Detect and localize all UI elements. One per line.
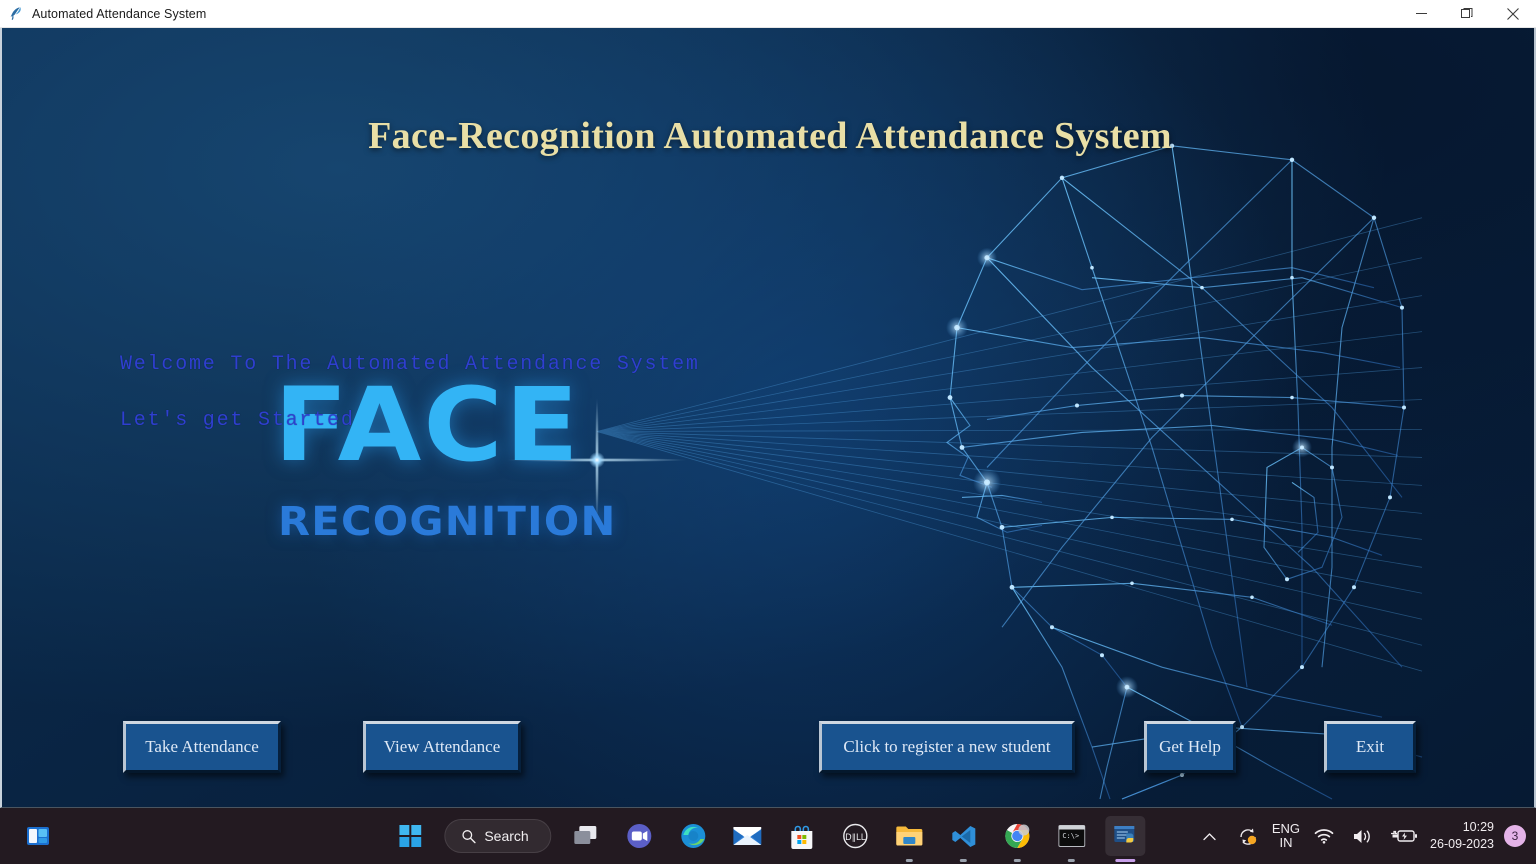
lens-flare-core — [589, 452, 605, 468]
button-label: Click to register a new student — [843, 737, 1051, 756]
maximize-button[interactable] — [1444, 0, 1490, 28]
notification-badge[interactable]: 3 — [1504, 825, 1526, 847]
running-indicator — [906, 859, 914, 862]
task-view-button[interactable] — [566, 816, 606, 856]
microsoft-teams-icon — [627, 824, 652, 848]
clock-date: 26-09-2023 — [1430, 837, 1494, 851]
welcome-text-block: Welcome To The Automated Attendance Syst… — [120, 355, 700, 431]
python-app-icon — [1114, 825, 1135, 842]
button-label: View Attendance — [383, 737, 501, 756]
task-view-icon — [574, 826, 597, 844]
language-secondary: IN — [1279, 835, 1293, 850]
close-button[interactable] — [1490, 0, 1536, 28]
sync-status-icon — [1240, 828, 1257, 845]
welcome-line-1: Welcome To The Automated Attendance Syst… — [120, 353, 700, 376]
mail-button[interactable] — [728, 816, 768, 856]
command-prompt-button[interactable]: C:\> — [1052, 816, 1092, 862]
language-indicator[interactable]: ENG IN — [1272, 822, 1300, 850]
svg-text:D∥LL: D∥LL — [846, 833, 867, 843]
button-label: Exit — [1355, 737, 1385, 756]
volume-icon — [1354, 829, 1370, 843]
wifi-button[interactable] — [1310, 822, 1338, 850]
tray-overflow-button[interactable] — [1196, 822, 1224, 850]
register-student-button[interactable]: Click to register a new student — [819, 721, 1075, 773]
clock[interactable]: 10:29 26-09-2023 — [1430, 819, 1494, 853]
welcome-line-2: Let's get Started — [120, 409, 355, 432]
button-label: Take Attendance — [145, 737, 259, 756]
battery-charging-icon — [1391, 830, 1418, 842]
microsoft-store-button[interactable] — [782, 816, 822, 856]
windows-taskbar: Search D∥LL C:\> ENG IN 10:29 26-09-2023… — [0, 808, 1536, 864]
python-feather-icon — [10, 6, 21, 20]
chevron-up-icon — [1203, 832, 1217, 840]
file-explorer-icon — [896, 826, 923, 846]
mail-icon — [733, 827, 762, 845]
close-icon — [1507, 7, 1519, 20]
running-indicator — [1014, 859, 1022, 862]
sync-status-button[interactable] — [1234, 822, 1262, 850]
microsoft-store-icon — [791, 825, 813, 849]
taskbar-center-zone: Search D∥LL C:\> — [390, 808, 1146, 864]
active-window-indicator — [1115, 859, 1136, 862]
windows-start-button[interactable] — [390, 816, 430, 856]
get-help-button[interactable]: Get Help — [1144, 721, 1236, 773]
recognition-artwork-word: RECOGNITION — [278, 499, 617, 545]
command-prompt-icon: C:\> — [1058, 825, 1086, 847]
dell-icon: D∥LL — [843, 823, 868, 849]
microsoft-edge-button[interactable] — [674, 816, 714, 856]
window-title-bar: Automated Attendance System — [0, 0, 1536, 28]
minimize-icon — [1415, 13, 1427, 14]
system-tray: ENG IN 10:29 26-09-2023 3 — [1196, 808, 1526, 864]
minimize-button[interactable] — [1398, 0, 1444, 28]
microsoft-teams-button[interactable] — [620, 816, 660, 856]
search-icon — [462, 829, 476, 843]
clock-time: 10:29 — [1462, 820, 1494, 834]
application-window: FACE RECOGNITION Face-Recognition Automa… — [0, 28, 1536, 808]
running-indicator — [1068, 859, 1076, 862]
dell-button[interactable]: D∥LL — [836, 816, 876, 856]
window-title: Automated Attendance System — [32, 6, 207, 21]
microsoft-edge-icon — [681, 824, 706, 848]
exit-button[interactable]: Exit — [1324, 721, 1416, 773]
screen: Automated Attendance System FACE RECOGNI… — [0, 0, 1536, 864]
volume-button[interactable] — [1348, 822, 1376, 850]
google-chrome-icon — [1005, 823, 1030, 848]
widgets-news-button[interactable] — [18, 816, 58, 856]
battery-button[interactable] — [1386, 822, 1420, 850]
taskbar-left-zone — [18, 808, 58, 864]
vs-code-icon — [952, 825, 976, 847]
language-primary: ENG — [1271, 821, 1301, 836]
search-button[interactable]: Search — [444, 819, 552, 853]
running-indicator — [960, 859, 968, 862]
take-attendance-button[interactable]: Take Attendance — [123, 721, 281, 773]
file-explorer-button[interactable] — [890, 816, 930, 862]
vs-code-button[interactable] — [944, 816, 984, 862]
python-app-button[interactable] — [1105, 816, 1146, 862]
button-label: Get Help — [1159, 737, 1221, 756]
svg-text:C:\>: C:\> — [1062, 832, 1079, 840]
maximize-icon — [1460, 8, 1472, 18]
page-title: Face-Recognition Automated Attendance Sy… — [368, 115, 1172, 157]
widgets-news-icon — [27, 827, 49, 845]
windows-start-icon — [399, 825, 422, 847]
view-attendance-button[interactable]: View Attendance — [363, 721, 521, 773]
google-chrome-button[interactable] — [998, 816, 1038, 862]
wifi-icon — [1314, 829, 1334, 844]
search-label: Search — [484, 828, 529, 844]
